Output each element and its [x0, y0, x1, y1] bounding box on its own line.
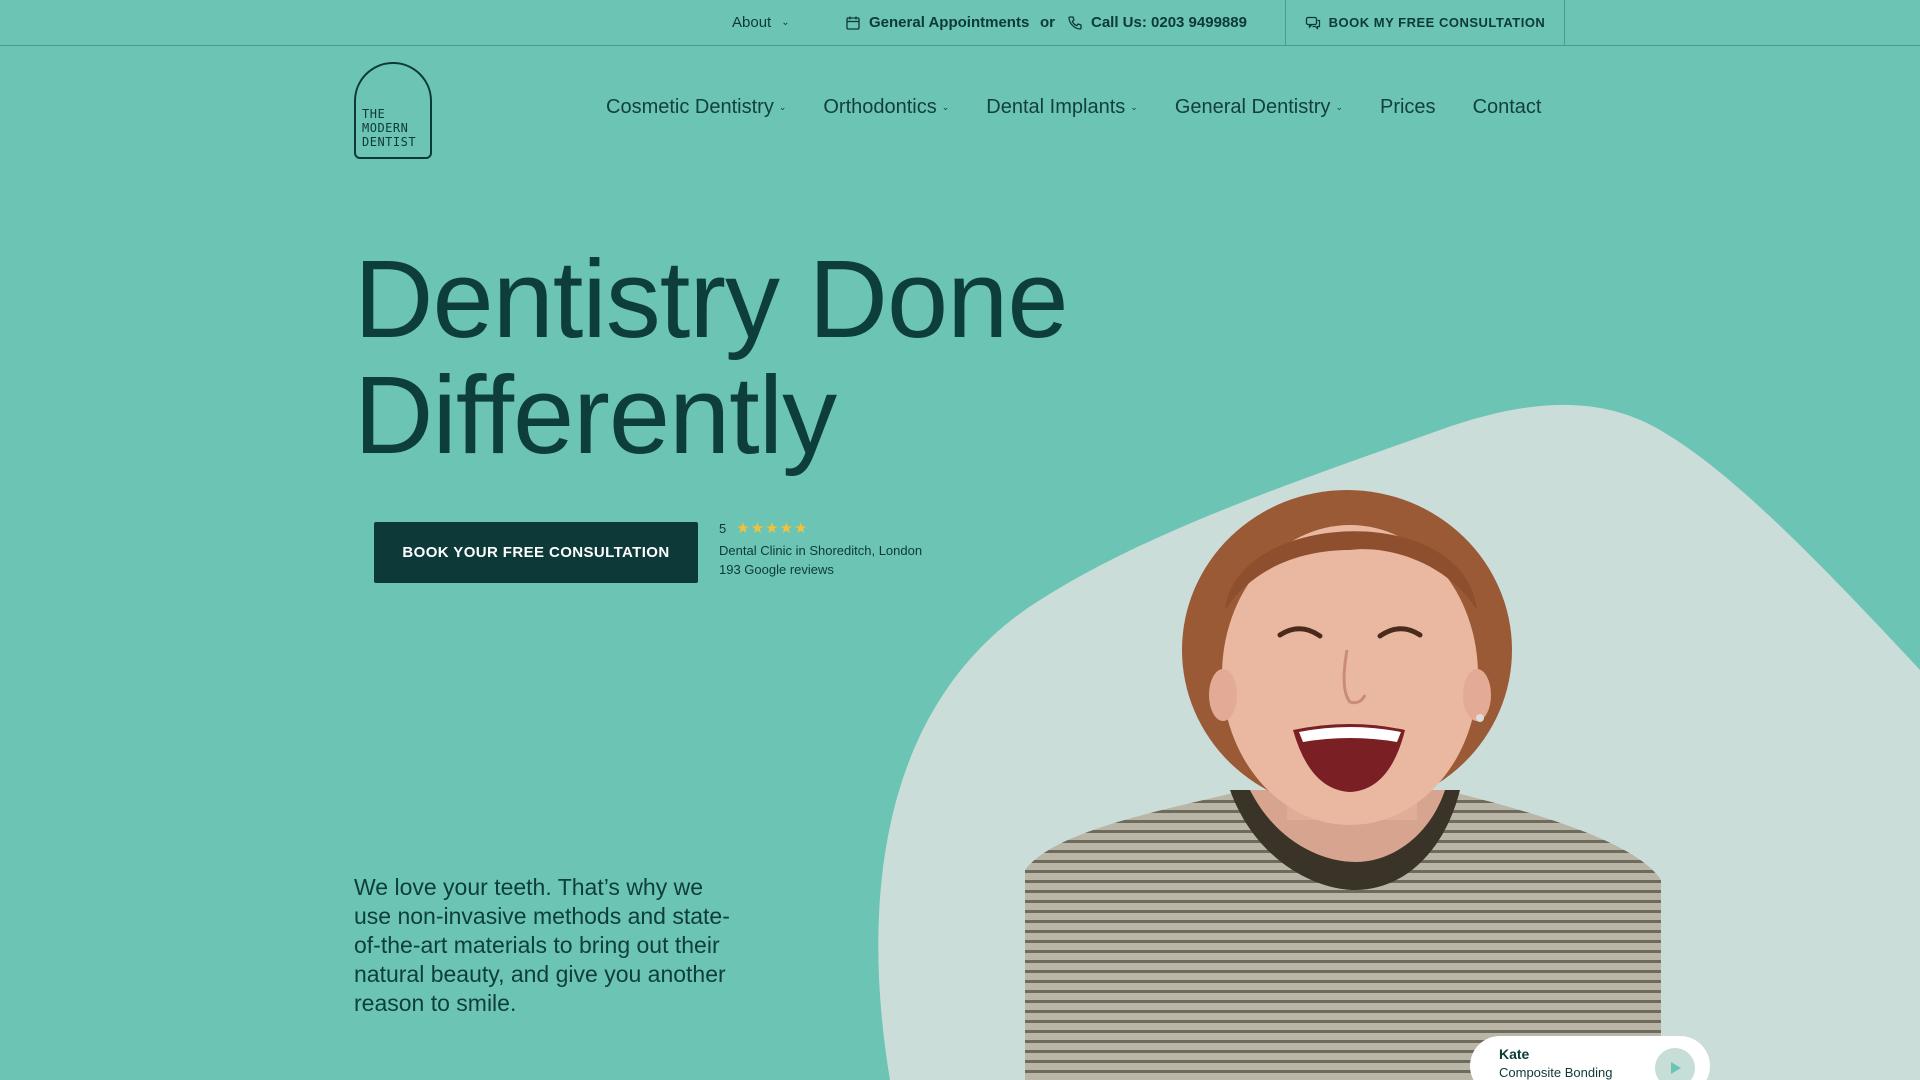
patient-illustration	[1025, 490, 1661, 1080]
call-us-label: Call Us: 0203 9499889	[1091, 14, 1247, 31]
play-icon	[1671, 1062, 1681, 1074]
chat-icon	[1305, 16, 1320, 30]
general-appointments-link[interactable]: General Appointments	[845, 0, 1029, 45]
nav-item-dental-implants[interactable]: Dental Implants ⌄	[986, 96, 1138, 119]
rating-stars: ★ ★ ★ ★ ★	[736, 521, 807, 536]
or-label: or	[1040, 14, 1055, 31]
nav-item-orthodontics[interactable]: Orthodontics ⌄	[823, 96, 949, 119]
chevron-down-icon: ⌄	[778, 102, 787, 112]
call-us-link[interactable]: Call Us: 0203 9499889	[1067, 0, 1247, 45]
hero-heading: Dentistry Done Differently	[354, 242, 1254, 474]
calendar-icon	[846, 16, 860, 30]
chevron-down-icon: ⌄	[1130, 102, 1138, 112]
testimonial-card[interactable]: Kate Composite Bonding	[1470, 1036, 1710, 1080]
nav-item-contact[interactable]: Contact	[1473, 96, 1542, 119]
logo-line-3: DENTIST	[362, 135, 417, 149]
nav-item-label: Orthodontics	[823, 96, 937, 118]
top-utility-bar: About ⌄ General Appointments or Call Us:…	[0, 0, 1920, 46]
logo-line-2: MODERN	[362, 121, 409, 135]
main-nav: Cosmetic Dentistry ⌄ Orthodontics ⌄ Dent…	[606, 96, 1542, 119]
about-menu[interactable]: About ⌄	[732, 0, 790, 45]
hero-heading-line-2: Differently	[354, 354, 837, 477]
google-rating[interactable]: 5 ★ ★ ★ ★ ★ Dental Clinic in Shoreditch,…	[719, 521, 922, 577]
smiling-patient-photo	[1025, 490, 1661, 1080]
star-icon: ★	[736, 520, 750, 537]
nav-item-label: Contact	[1472, 96, 1542, 118]
star-icon: ★	[794, 520, 808, 537]
book-consultation-top-button[interactable]: BOOK MY FREE CONSULTATION	[1285, 0, 1565, 45]
intro-paragraph: We love your teeth. That’s why we use no…	[354, 874, 730, 1016]
nav-item-cosmetic-dentistry[interactable]: Cosmetic Dentistry ⌄	[606, 96, 786, 119]
nav-item-general-dentistry[interactable]: General Dentistry ⌄	[1175, 96, 1343, 119]
hero-heading-line-1: Dentistry Done	[354, 238, 1069, 361]
book-consultation-button[interactable]: BOOK YOUR FREE CONSULTATION	[374, 522, 698, 583]
or-separator: or	[1040, 0, 1055, 45]
phone-icon	[1068, 15, 1082, 30]
logo-line-1: THE	[362, 107, 386, 121]
chevron-down-icon: ⌄	[941, 102, 950, 112]
the-modern-dentist-logo[interactable]: THE MODERN DENTIST	[354, 62, 432, 159]
general-appointments-label: General Appointments	[869, 14, 1030, 31]
about-label: About	[732, 14, 772, 31]
chevron-down-icon: ⌄	[781, 17, 790, 28]
play-video-button[interactable]	[1655, 1048, 1695, 1080]
nav-item-label: Prices	[1379, 96, 1436, 118]
rating-value: 5	[719, 521, 727, 536]
star-icon: ★	[750, 520, 765, 537]
book-consultation-top-label: BOOK MY FREE CONSULTATION	[1328, 15, 1546, 30]
star-icon: ★	[765, 520, 779, 537]
chevron-down-icon: ⌄	[1335, 102, 1343, 112]
rating-reviews: 193 Google reviews	[719, 562, 834, 577]
nav-item-label: General Dentistry	[1174, 96, 1331, 118]
star-icon: ★	[779, 520, 794, 537]
nav-item-prices[interactable]: Prices	[1380, 96, 1436, 119]
rating-location: Dental Clinic in Shoreditch, London	[719, 543, 923, 558]
nav-item-label: Dental Implants	[986, 96, 1126, 118]
nav-item-label: Cosmetic Dentistry	[606, 96, 774, 118]
